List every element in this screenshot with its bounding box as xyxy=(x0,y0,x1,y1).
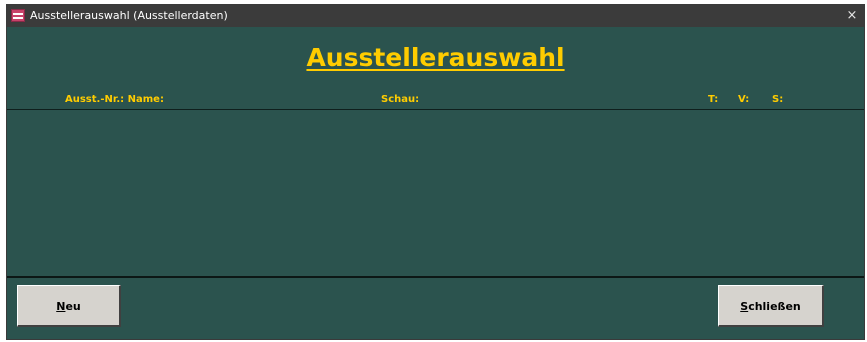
column-header-schau: Schau: xyxy=(381,94,420,105)
footer-divider xyxy=(7,276,864,278)
new-button[interactable]: Neu xyxy=(17,285,121,327)
column-header-v: V: xyxy=(738,94,750,105)
column-header-t: T: xyxy=(708,94,719,105)
window-title: Ausstellerauswahl (Ausstellerdaten) xyxy=(30,9,228,22)
column-header-nr-name: Ausst.-Nr.: Name: xyxy=(65,94,164,105)
title-bar[interactable]: Ausstellerauswahl (Ausstellerdaten) × xyxy=(7,5,864,27)
close-button[interactable]: Schließen xyxy=(718,285,824,327)
close-button-label: chließen xyxy=(748,300,801,313)
form-heading: Ausstellerauswahl xyxy=(306,43,565,72)
close-icon[interactable]: × xyxy=(844,5,860,27)
close-button-mnemonic: S xyxy=(740,300,749,313)
exhibitor-list[interactable] xyxy=(7,110,864,276)
new-button-label: eu xyxy=(65,300,81,313)
access-form-icon xyxy=(11,9,25,22)
form-window: Ausstellerauswahl (Ausstellerdaten) × Au… xyxy=(6,4,865,340)
column-header-s: S: xyxy=(772,94,784,105)
